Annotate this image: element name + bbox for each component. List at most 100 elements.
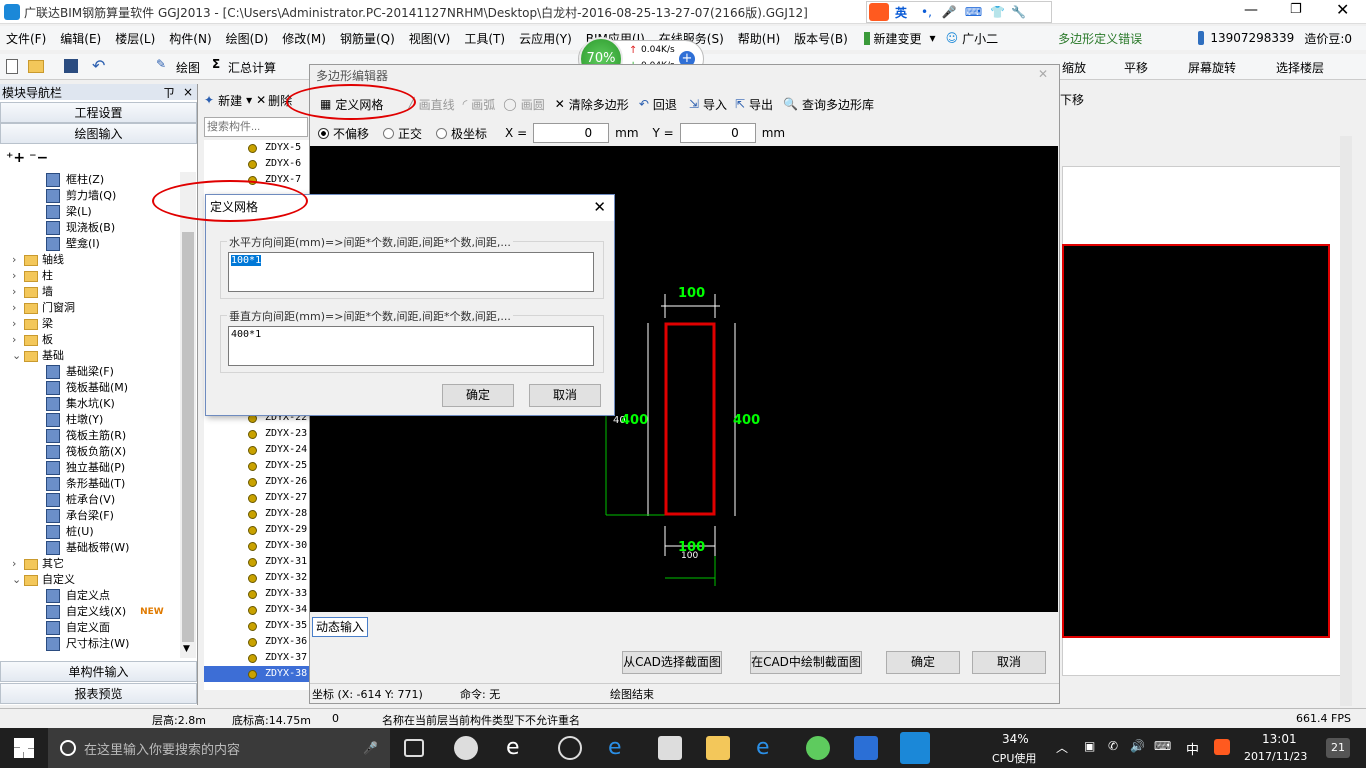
- component-list-item[interactable]: ZDYX-33: [204, 586, 310, 602]
- task-view-icon[interactable]: [404, 739, 424, 757]
- component-list-item[interactable]: ZDYX-27: [204, 490, 310, 506]
- component-list-item[interactable]: ZDYX-32: [204, 570, 310, 586]
- menu-item[interactable]: 楼层(L): [115, 30, 155, 47]
- tree-item[interactable]: 桩承台(V): [0, 492, 198, 508]
- tree-item[interactable]: 筏板负筋(X): [0, 444, 198, 460]
- component-list-item[interactable]: ZDYX-23: [204, 426, 310, 442]
- mic-icon[interactable]: 🎤: [363, 741, 378, 755]
- tree-item[interactable]: 自定义面: [0, 620, 198, 636]
- tool-draw-line[interactable]: 画直线: [419, 96, 455, 113]
- menu-item[interactable]: 构件(N): [169, 30, 211, 47]
- tree-item[interactable]: 集水坑(K): [0, 396, 198, 412]
- volume-icon[interactable]: 🔊: [1130, 739, 1145, 753]
- tree-item[interactable]: ⌄ 基础: [0, 348, 198, 364]
- menu-item[interactable]: 绘图(D): [226, 30, 269, 47]
- tree-item[interactable]: 基础梁(F): [0, 364, 198, 380]
- chrome-g-icon[interactable]: [854, 736, 878, 760]
- expand-toggle-icon[interactable]: ›: [12, 556, 24, 572]
- cad-select-button[interactable]: 从CAD选择截面图: [622, 651, 722, 674]
- component-list-item[interactable]: ZDYX-35: [204, 618, 310, 634]
- tree-item[interactable]: › 墙: [0, 284, 198, 300]
- menu-new-change[interactable]: 新建变更: [874, 30, 922, 47]
- menu-item[interactable]: 钢筋量(Q): [340, 30, 395, 47]
- collapse-all-icon[interactable]: ⁻−: [29, 150, 48, 166]
- maximize-button[interactable]: ❐: [1290, 2, 1302, 17]
- radio-ortho[interactable]: [383, 127, 395, 139]
- menu-item[interactable]: 帮助(H): [738, 30, 780, 47]
- component-list-item[interactable]: ZDYX-5: [204, 140, 310, 156]
- tree-item[interactable]: › 梁: [0, 316, 198, 332]
- keyboard-icon[interactable]: ⌨: [965, 5, 982, 19]
- nav-close-icon[interactable]: ×: [183, 85, 193, 99]
- ime-toolbar[interactable]: 英 •, 🎤 ⌨ 👕 🔧: [866, 1, 1052, 23]
- dialog-ok-button[interactable]: 确定: [442, 384, 514, 407]
- polygon-shape[interactable]: [664, 322, 716, 516]
- toolbar-select-floor[interactable]: 选择楼层: [1276, 59, 1324, 76]
- component-new[interactable]: 新建: [218, 92, 242, 109]
- component-list-item[interactable]: ZDYX-28: [204, 506, 310, 522]
- tool-export[interactable]: 导出: [749, 96, 773, 113]
- tree-item[interactable]: › 板: [0, 332, 198, 348]
- ime-mode[interactable]: 英: [895, 4, 907, 21]
- cad-draw-button[interactable]: 在CAD中绘制截面图: [750, 651, 862, 674]
- spiral-app-icon[interactable]: [558, 736, 582, 760]
- tray-app-icon[interactable]: ▣: [1084, 739, 1095, 753]
- editor-cancel-button[interactable]: 取消: [972, 651, 1046, 674]
- expand-toggle-icon[interactable]: ›: [12, 332, 24, 348]
- expand-toggle-icon[interactable]: ›: [12, 252, 24, 268]
- horizontal-spacing-input[interactable]: 100*1: [228, 252, 594, 292]
- tool-query-library[interactable]: 查询多边形库: [802, 96, 874, 113]
- beans-label[interactable]: 造价豆:0: [1304, 30, 1352, 47]
- component-list-item[interactable]: ZDYX-38: [204, 666, 310, 682]
- skin-icon[interactable]: 👕: [990, 5, 1005, 19]
- punctuation-icon[interactable]: •,: [921, 5, 932, 19]
- file-explorer-icon[interactable]: [706, 736, 730, 760]
- tree-item[interactable]: 框柱(Z): [0, 172, 198, 188]
- component-list-item[interactable]: ZDYX-30: [204, 538, 310, 554]
- tool-clear-polygon[interactable]: 清除多边形: [569, 96, 629, 113]
- clock-time[interactable]: 13:01: [1262, 732, 1297, 746]
- tree-item[interactable]: 基础板带(W): [0, 540, 198, 556]
- dropdown-icon[interactable]: ▾: [246, 93, 252, 107]
- menu-item[interactable]: 工具(T): [464, 30, 505, 47]
- green-app-icon[interactable]: [806, 736, 830, 760]
- tree-item[interactable]: 自定义点: [0, 588, 198, 604]
- minimize-button[interactable]: —: [1244, 2, 1258, 18]
- tool-draw-circle[interactable]: 画圆: [521, 96, 545, 113]
- input-lang[interactable]: 中: [1186, 739, 1199, 758]
- pin-icon[interactable]: ㄗ: [163, 84, 175, 101]
- tree-item[interactable]: 筏板基础(M): [0, 380, 198, 396]
- component-list-item[interactable]: ZDYX-29: [204, 522, 310, 538]
- fan-icon[interactable]: [454, 736, 478, 760]
- radio-no-offset[interactable]: [318, 127, 329, 139]
- tree-item[interactable]: 承台梁(F): [0, 508, 198, 524]
- expand-toggle-icon[interactable]: ⌄: [12, 572, 24, 588]
- tool-draw-arc[interactable]: 画弧: [471, 96, 495, 113]
- tool-import[interactable]: 导入: [703, 96, 727, 113]
- tree-item[interactable]: 现浇板(B): [0, 220, 198, 236]
- tree-item[interactable]: 独立基础(P): [0, 460, 198, 476]
- delete-icon[interactable]: ✕: [256, 93, 266, 107]
- dialog-cancel-button[interactable]: 取消: [529, 384, 601, 407]
- tree-item[interactable]: › 轴线: [0, 252, 198, 268]
- component-list-item[interactable]: ZDYX-34: [204, 602, 310, 618]
- tool-undo[interactable]: 回退: [653, 96, 677, 113]
- undo-icon[interactable]: ↶: [92, 56, 105, 75]
- menu-item[interactable]: 视图(V): [409, 30, 451, 47]
- editor-close-icon[interactable]: ✕: [1038, 67, 1048, 81]
- wrench-icon[interactable]: 🔧: [1011, 5, 1026, 19]
- keyboard-icon[interactable]: ⌨: [1154, 739, 1171, 753]
- sogou-tray-icon[interactable]: [1214, 739, 1230, 755]
- ie-icon[interactable]: e: [756, 736, 780, 760]
- toolbar-draw[interactable]: 绘图: [176, 59, 200, 76]
- menu-item[interactable]: 修改(M): [282, 30, 326, 47]
- scroll-down-icon[interactable]: ▼: [183, 644, 190, 654]
- open-folder-icon[interactable]: [28, 60, 44, 73]
- taskbar-search-box[interactable]: 在这里输入你要搜索的内容 🎤: [48, 728, 390, 768]
- glodon-app-icon[interactable]: [900, 732, 930, 764]
- toolbar-rotate[interactable]: 屏幕旋转: [1188, 59, 1236, 76]
- radio-polar[interactable]: [436, 127, 448, 139]
- y-input[interactable]: 0: [679, 123, 756, 143]
- dialog-close-icon[interactable]: ✕: [593, 195, 606, 219]
- expand-toggle-icon[interactable]: ›: [12, 316, 24, 332]
